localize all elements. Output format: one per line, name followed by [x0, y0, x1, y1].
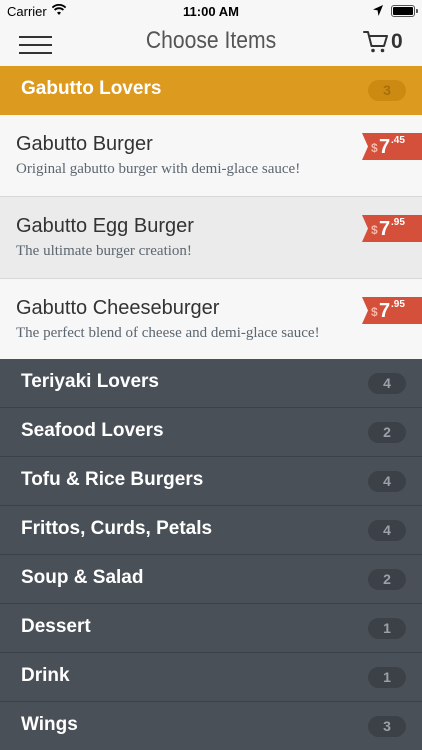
category-count-badge: 3 — [368, 80, 406, 101]
category-count-badge: 4 — [368, 471, 406, 492]
location-arrow-icon — [373, 5, 383, 16]
category-name: Teriyaki Lovers — [21, 371, 160, 392]
category-count-badge: 1 — [368, 618, 406, 639]
menu-item[interactable]: Gabutto Cheeseburger The perfect blend o… — [0, 279, 422, 359]
price-fraction: .95 — [391, 217, 405, 228]
category-name: Tofu & Rice Burgers — [21, 469, 204, 490]
cart-count[interactable]: 0 — [391, 30, 403, 54]
category-row-seafood-lovers[interactable]: Seafood Lovers 2 — [0, 408, 422, 457]
category-name: Dessert — [21, 616, 91, 637]
price-whole: 7 — [379, 136, 391, 158]
price-tag: $ 7 .45 — [362, 133, 422, 160]
category-header-active[interactable]: Gabutto Lovers 3 — [0, 66, 422, 115]
item-description: The ultimate burger creation! — [16, 243, 192, 259]
category-name: Drink — [21, 665, 70, 686]
price-currency: $ — [371, 223, 378, 237]
category-name: Frittos, Curds, Petals — [21, 518, 213, 539]
category-count-badge: 4 — [368, 520, 406, 541]
item-name: Gabutto Burger — [16, 133, 153, 155]
item-name: Gabutto Cheeseburger — [16, 297, 220, 319]
category-name: Wings — [21, 714, 78, 735]
price-fraction: .95 — [391, 299, 405, 310]
category-row-teriyaki-lovers[interactable]: Teriyaki Lovers 4 — [0, 359, 422, 408]
nav-bar: Choose Items 0 — [0, 22, 422, 66]
battery-tip — [416, 9, 418, 13]
item-name: Gabutto Egg Burger — [16, 215, 194, 237]
category-count-badge: 2 — [368, 422, 406, 443]
battery-icon — [391, 5, 415, 17]
category-row-soup-salad[interactable]: Soup & Salad 2 — [0, 555, 422, 604]
category-count-badge: 3 — [368, 716, 406, 737]
category-name: Soup & Salad — [21, 567, 144, 588]
category-count-badge: 2 — [368, 569, 406, 590]
status-time: 11:00 AM — [183, 4, 239, 19]
category-name: Seafood Lovers — [21, 420, 164, 441]
price-currency: $ — [371, 305, 378, 319]
category-row-drink[interactable]: Drink 1 — [0, 653, 422, 702]
price-tag: $ 7 .95 — [362, 215, 422, 242]
item-description: The perfect blend of cheese and demi-gla… — [16, 325, 320, 341]
category-count-badge: 4 — [368, 373, 406, 394]
price-whole: 7 — [379, 300, 391, 322]
status-bar: Carrier 11:00 AM — [0, 0, 422, 22]
price-whole: 7 — [379, 218, 391, 240]
category-row-wings[interactable]: Wings 3 — [0, 702, 422, 750]
category-row-frittos-curds-petals[interactable]: Frittos, Curds, Petals 4 — [0, 506, 422, 555]
page-title: Choose Items — [145, 27, 277, 54]
shopping-cart-icon[interactable] — [363, 30, 389, 54]
category-name: Gabutto Lovers — [21, 78, 162, 99]
category-row-tofu-rice-burgers[interactable]: Tofu & Rice Burgers 4 — [0, 457, 422, 506]
category-count-badge: 1 — [368, 667, 406, 688]
menu-item[interactable]: Gabutto Burger Original gabutto burger w… — [0, 115, 422, 197]
price-fraction: .45 — [391, 135, 405, 146]
item-description: Original gabutto burger with demi-glace … — [16, 161, 301, 177]
price-currency: $ — [371, 141, 378, 155]
price-tag: $ 7 .95 — [362, 297, 422, 324]
menu-item[interactable]: Gabutto Egg Burger The ultimate burger c… — [0, 197, 422, 279]
category-row-dessert[interactable]: Dessert 1 — [0, 604, 422, 653]
